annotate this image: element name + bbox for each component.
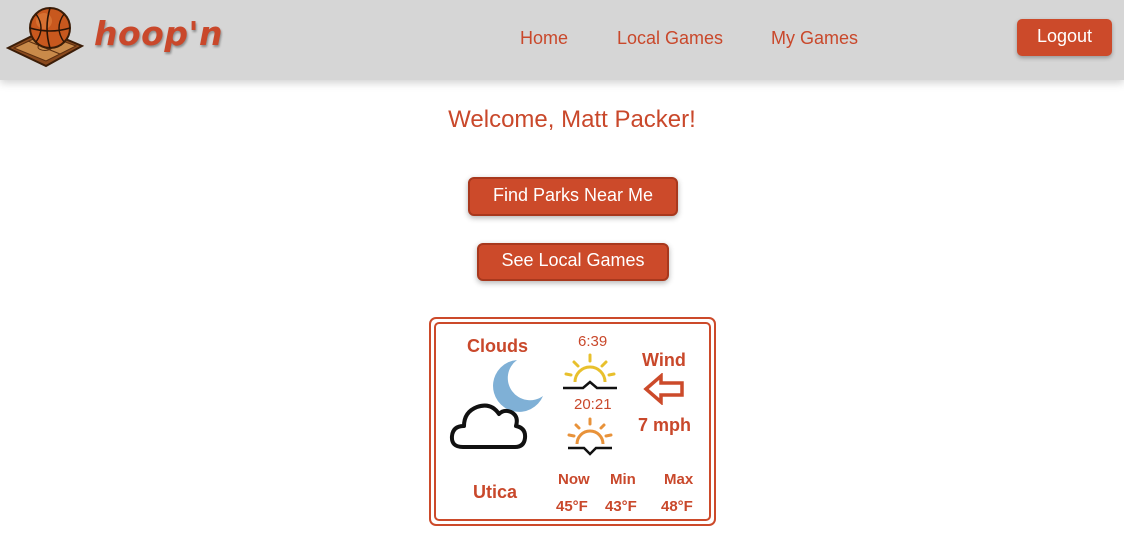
sunset-icon [567,417,613,456]
basketball-court-icon [5,7,85,68]
nav-local-games[interactable]: Local Games [617,28,723,49]
sunrise-time: 6:39 [578,333,608,350]
wind-arrow-icon [643,373,684,405]
hoopn-logo[interactable] [5,4,85,70]
wind-speed: 7 mph [638,415,692,435]
min-label: Min [610,471,636,488]
now-temp: 45°F [556,498,588,515]
brand-name[interactable]: hoop'n [94,14,223,53]
wind-label: Wind [642,350,686,370]
max-label: Max [664,471,694,488]
weather-condition: Clouds [467,336,528,356]
now-label: Now [558,471,590,488]
sunset-time: 20:21 [574,396,612,413]
max-temp: 48°F [661,498,693,515]
navbar: hoop'n Home Local Games My Games Logout [0,0,1124,80]
nav-my-games[interactable]: My Games [771,28,858,49]
find-parks-button[interactable]: Find Parks Near Me [468,177,678,216]
logout-button[interactable]: Logout [1017,19,1112,56]
weather-widget: Clouds Utica 6:39 20:21 Wind 7 mph Now M… [429,317,716,526]
min-temp: 43°F [605,498,637,515]
see-local-games-button[interactable]: See Local Games [477,243,669,281]
welcome-heading: Welcome, Matt Packer! [448,106,696,133]
cloud-icon [449,403,528,449]
sunrise-icon [563,353,617,390]
nav-home[interactable]: Home [520,28,568,49]
weather-city: Utica [473,482,518,502]
